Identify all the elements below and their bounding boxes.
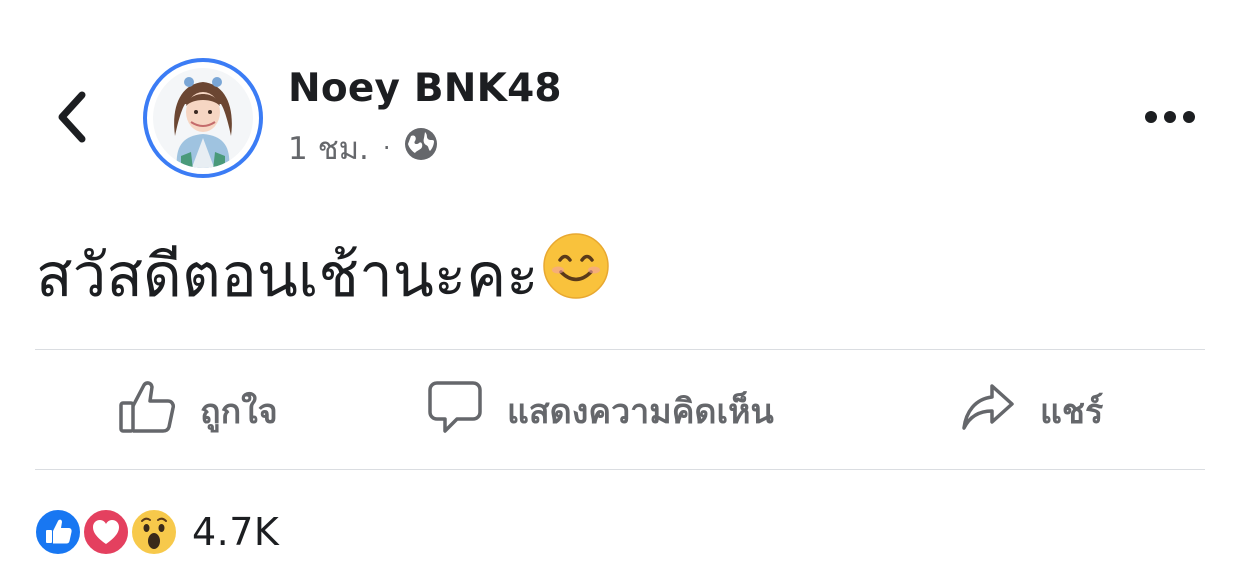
wow-reaction-icon xyxy=(130,508,178,556)
divider xyxy=(35,469,1205,470)
comment-button[interactable]: แสดงความคิดเห็น xyxy=(427,378,774,444)
reaction-icons xyxy=(34,506,182,558)
like-reaction-icon xyxy=(34,508,82,556)
smiling-face-emoji xyxy=(542,232,610,320)
love-reaction-icon xyxy=(82,508,130,556)
more-horizontal-icon xyxy=(1144,109,1196,128)
divider xyxy=(35,349,1205,350)
chevron-left-icon xyxy=(55,91,89,147)
more-options-button[interactable] xyxy=(1138,98,1202,138)
share-arrow-icon xyxy=(960,382,1016,441)
reaction-count: 4.7K xyxy=(192,510,280,554)
post-body: สวัสดีตอนเช้านะคะ xyxy=(36,232,610,320)
globe-icon xyxy=(403,126,439,170)
share-label: แชร์ xyxy=(1040,392,1104,432)
back-button[interactable] xyxy=(44,88,100,150)
like-label: ถูกใจ xyxy=(200,392,278,432)
avatar[interactable] xyxy=(143,58,263,178)
like-button[interactable]: ถูกใจ xyxy=(118,378,278,444)
post-timestamp[interactable]: 1 ชม. xyxy=(288,123,369,173)
author-name[interactable]: Noey BNK48 xyxy=(288,66,562,111)
post-meta: 1 ชม. · xyxy=(288,128,439,168)
speech-bubble-icon xyxy=(427,379,483,444)
post-view: Noey BNK48 1 ชม. · สวัสดีตอนเช้านะคะ ถูก… xyxy=(0,0,1241,580)
comment-label: แสดงความคิดเห็น xyxy=(507,392,774,432)
meta-separator: · xyxy=(382,134,391,162)
reactions-summary[interactable]: 4.7K xyxy=(34,506,279,558)
thumbs-up-icon xyxy=(118,379,176,444)
post-text: สวัสดีตอนเช้านะคะ xyxy=(36,241,539,311)
share-button[interactable]: แชร์ xyxy=(960,378,1103,444)
profile-photo xyxy=(153,68,253,168)
